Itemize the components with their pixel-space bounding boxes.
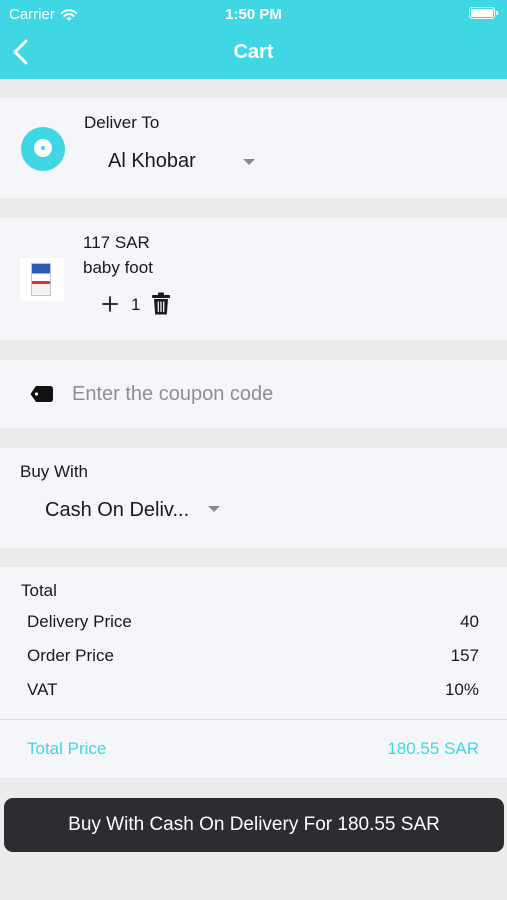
total-heading: Total [21, 581, 57, 600]
status-bar: Carrier 1:50 PM [0, 5, 507, 25]
vat-row: VAT 10% [27, 680, 479, 700]
total-price-label: Total Price [27, 739, 107, 758]
vat-value: 10% [444, 680, 479, 699]
item-name: baby foot [83, 258, 153, 277]
nav-bar: Cart [0, 30, 507, 74]
totals-section: Total Delivery Price 40 Order Price 157 … [0, 567, 507, 778]
delivery-price-row: Delivery Price 40 [27, 612, 479, 632]
order-price-value: 157 [450, 646, 479, 665]
cart-item: 117 SAR baby foot 1 [0, 218, 507, 340]
coupon-code-input[interactable] [72, 379, 492, 409]
top-bar: Carrier 1:50 PM Cart [0, 0, 507, 79]
delivery-price-label: Delivery Price [27, 612, 132, 631]
page-title: Cart [233, 41, 274, 63]
total-price-row: Total Price 180.55 SAR [27, 739, 479, 759]
coupon-tag-icon [30, 386, 53, 402]
payment-method-select[interactable]: Cash On Deliv... [45, 499, 189, 522]
location-pin-icon [21, 127, 65, 171]
deliver-to-label: Deliver To [84, 113, 160, 132]
battery-icon [469, 7, 498, 19]
increase-quantity-plus-icon[interactable] [101, 293, 119, 315]
checkout-button[interactable]: Buy With Cash On Delivery For 180.55 SAR [4, 798, 504, 852]
payment-dropdown-caret-icon[interactable] [208, 506, 220, 512]
coupon-section [0, 360, 507, 428]
item-price: 117 SAR [83, 233, 150, 252]
delivery-price-value: 40 [460, 612, 479, 631]
delete-trash-icon[interactable] [151, 292, 171, 316]
order-price-label: Order Price [27, 646, 114, 665]
city-select[interactable]: Al Khobar [108, 150, 196, 173]
total-price-value: 180.55 SAR [387, 739, 479, 758]
order-price-row: Order Price 157 [27, 646, 479, 666]
vat-label: VAT [27, 680, 58, 699]
buy-with-label: Buy With [20, 462, 89, 481]
city-dropdown-caret-icon[interactable] [243, 159, 255, 165]
delivery-section: Deliver To Al Khobar [0, 98, 507, 198]
payment-section: Buy With Cash On Deliv... [0, 448, 507, 548]
product-thumbnail [20, 258, 64, 301]
totals-divider [0, 719, 507, 720]
item-quantity: 1 [131, 295, 141, 314]
status-time: 1:50 PM [225, 6, 282, 23]
